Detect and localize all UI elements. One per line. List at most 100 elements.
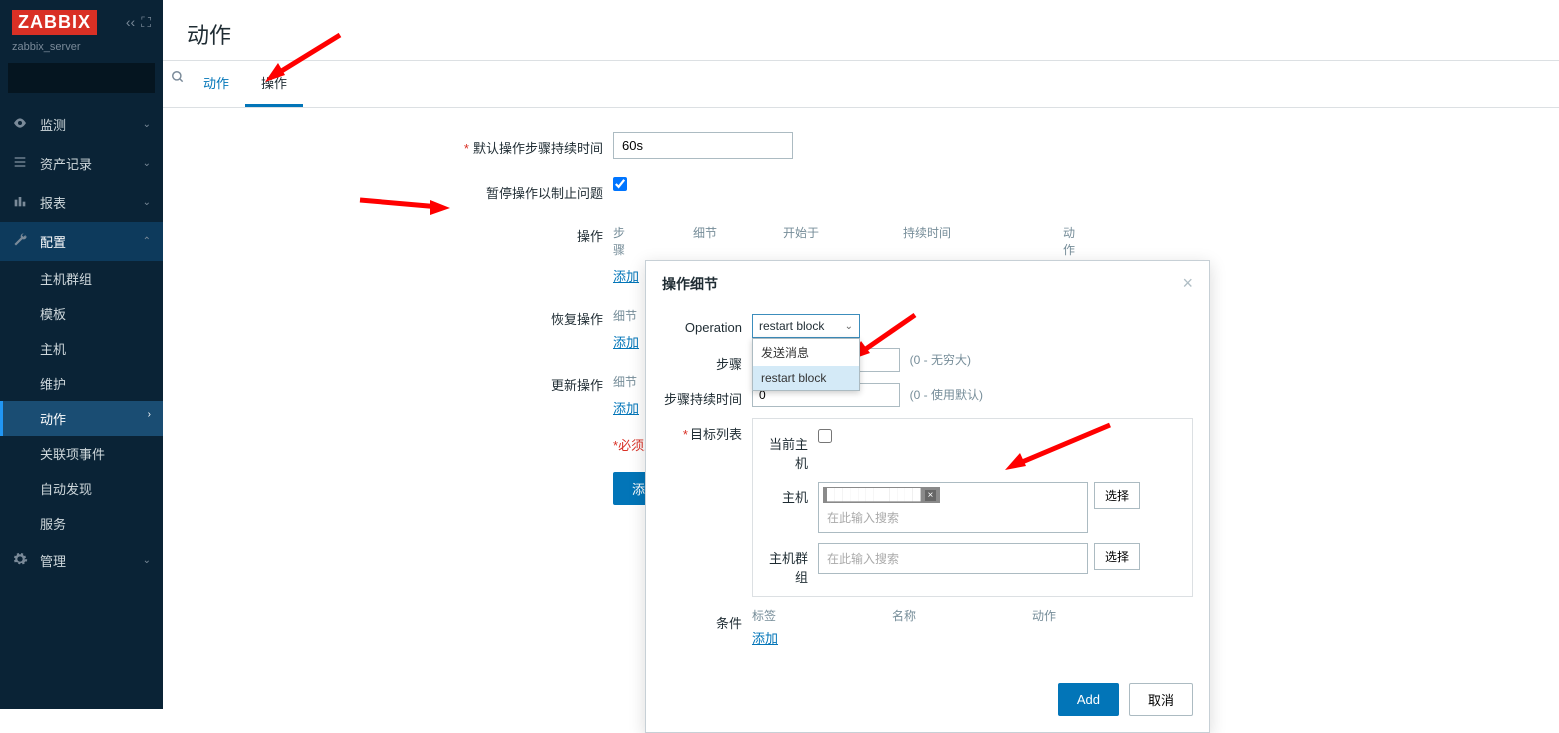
search-box[interactable] [8,63,155,93]
sub-services[interactable]: 服务 [0,506,163,541]
mlabel-duration: 步骤持续时间 [662,383,752,408]
nav-administration[interactable]: 管理 ⌄ [0,541,163,580]
hostgroup-select-button[interactable]: 选择 [1094,543,1140,570]
zabbix-logo: ZABBIX [12,10,97,35]
modal-body: Operation restart block ⌄ 发送消息 restart b… [646,306,1209,673]
nav-label: 管理 [40,551,66,570]
mlabel-operation: Operation [662,314,752,335]
chevron-down-icon: ⌄ [143,197,151,208]
cond-headers: 标签 名称 动作 [752,607,1193,624]
tlabel-host: 主机 [763,482,818,506]
dd-item-send-message[interactable]: 发送消息 [753,339,859,366]
modal-title: 操作细节 [662,274,718,294]
th-start: 开始于 [783,224,903,258]
nav-label: 配置 [40,232,66,251]
sidebar: ZABBIX ‹‹ ⛶ zabbix_server 监测 ⌄ 资产记录 ⌄ 报表… [0,0,163,709]
dd-item-restart-block[interactable]: restart block [753,366,859,390]
label-recovery: 恢复操作 [343,303,613,328]
host-tag-input[interactable]: ████████████× 在此输入搜索 [818,482,1088,533]
th-details: 细节 [693,224,783,258]
trow-current-host: 当前主机 [763,429,1182,472]
nav-reports[interactable]: 报表 ⌄ [0,183,163,222]
nav-label: 报表 [40,193,66,212]
duration-hint: (0 - 使用默认) [910,388,983,402]
search-input[interactable] [16,71,171,85]
nav-label: 资产记录 [40,154,92,173]
chevron-down-icon: ⌄ [845,321,853,332]
tab-operations[interactable]: 操作 [245,61,303,107]
server-name: zabbix_server [0,41,163,63]
mlabel-steps: 步骤 [662,348,752,373]
page-title: 动作 [187,18,1535,50]
label-default-duration: *默认操作步骤持续时间 [343,132,613,157]
tag-remove-icon[interactable]: × [925,490,937,501]
nav-configuration[interactable]: 配置 ⌃ [0,222,163,261]
sub-templates[interactable]: 模板 [0,296,163,331]
mrow-operation: Operation restart block ⌄ 发送消息 restart b… [662,314,1193,338]
tab-action[interactable]: 动作 [187,61,245,107]
chevron-down-icon: ⌄ [143,158,151,169]
operation-select[interactable]: restart block ⌄ [752,314,860,338]
host-placeholder: 在此输入搜索 [821,505,1085,530]
mlabel-target: *目标列表 [662,418,752,443]
add-update-link[interactable]: 添加 [613,394,639,417]
sub-hosts[interactable]: 主机 [0,331,163,366]
trow-host: 主机 ████████████× 在此输入搜索 选择 [763,482,1182,533]
sub-correlation[interactable]: 关联项事件 [0,436,163,471]
trow-hostgroup: 主机群组 在此输入搜索 选择 [763,543,1182,586]
modal-cancel-button[interactable]: 取消 [1129,683,1193,716]
th-duration: 持续时间 [903,224,1063,258]
mlabel-conditions: 条件 [662,607,752,632]
tabs: 动作 操作 [163,61,1559,108]
chevron-down-icon: ⌄ [143,119,151,130]
row-pause: 暂停操作以制止问题 [343,177,1535,202]
add-operation-link[interactable]: 添加 [613,262,639,285]
target-box: 当前主机 主机 ████████████× 在此输入搜索 选择 [752,418,1193,597]
fullscreen-icon[interactable]: ⛶ [141,14,151,31]
current-host-checkbox[interactable] [818,429,832,443]
operation-details-modal: 操作细节 × Operation restart block ⌄ 发送消息 re… [645,260,1210,733]
host-select-button[interactable]: 选择 [1094,482,1140,509]
collapse-icon[interactable]: ‹‹ [126,14,135,31]
add-recovery-link[interactable]: 添加 [613,328,639,351]
chevron-right-icon: › [148,409,151,420]
chevron-up-icon: ⌃ [143,236,151,247]
sub-label: 动作 [40,412,66,427]
modal-add-button[interactable]: Add [1058,683,1119,716]
sub-hostgroups[interactable]: 主机群组 [0,261,163,296]
sub-actions[interactable]: 动作 › [0,401,163,436]
gear-icon [12,551,30,570]
nav-monitoring[interactable]: 监测 ⌄ [0,105,163,144]
th-action: 动作 [1063,224,1143,258]
nav-label: 监测 [40,115,66,134]
modal-header: 操作细节 × [646,261,1209,306]
checkbox-pause[interactable] [613,177,627,191]
modal-footer: Add 取消 [646,673,1209,732]
list-icon [12,154,30,173]
label-pause: 暂停操作以制止问题 [343,177,613,202]
input-default-duration[interactable] [613,132,793,159]
hostgroup-tag-input[interactable]: 在此输入搜索 [818,543,1088,574]
eye-icon [12,115,30,134]
ch-tag: 标签 [752,607,892,624]
select-value: restart block [759,319,824,333]
label-operations: 操作 [343,220,613,245]
mrow-target: *目标列表 当前主机 主机 ████████████× 在此输入搜索 [662,418,1193,597]
mrow-conditions: 条件 标签 名称 动作 添加 [662,607,1193,647]
sub-maintenance[interactable]: 维护 [0,366,163,401]
th-steps: 步骤 [613,224,693,258]
sub-discovery[interactable]: 自动发现 [0,471,163,506]
wrench-icon [12,232,30,251]
ch-action: 动作 [1032,607,1172,624]
mrow-duration: 步骤持续时间 (0 - 使用默认) [662,383,1193,408]
chart-icon [12,193,30,212]
close-icon[interactable]: × [1182,273,1193,294]
mrow-steps: 步骤 (0 - 无穷大) [662,348,1193,373]
operations-headers: 步骤 细节 开始于 持续时间 动作 [613,220,1535,262]
page-header: 动作 [163,0,1559,61]
nav-inventory[interactable]: 资产记录 ⌄ [0,144,163,183]
chevron-down-icon: ⌄ [143,555,151,566]
tlabel-current-host: 当前主机 [763,429,818,472]
sidebar-collapse-icons[interactable]: ‹‹ ⛶ [126,14,151,31]
add-condition-link[interactable]: 添加 [752,624,778,647]
